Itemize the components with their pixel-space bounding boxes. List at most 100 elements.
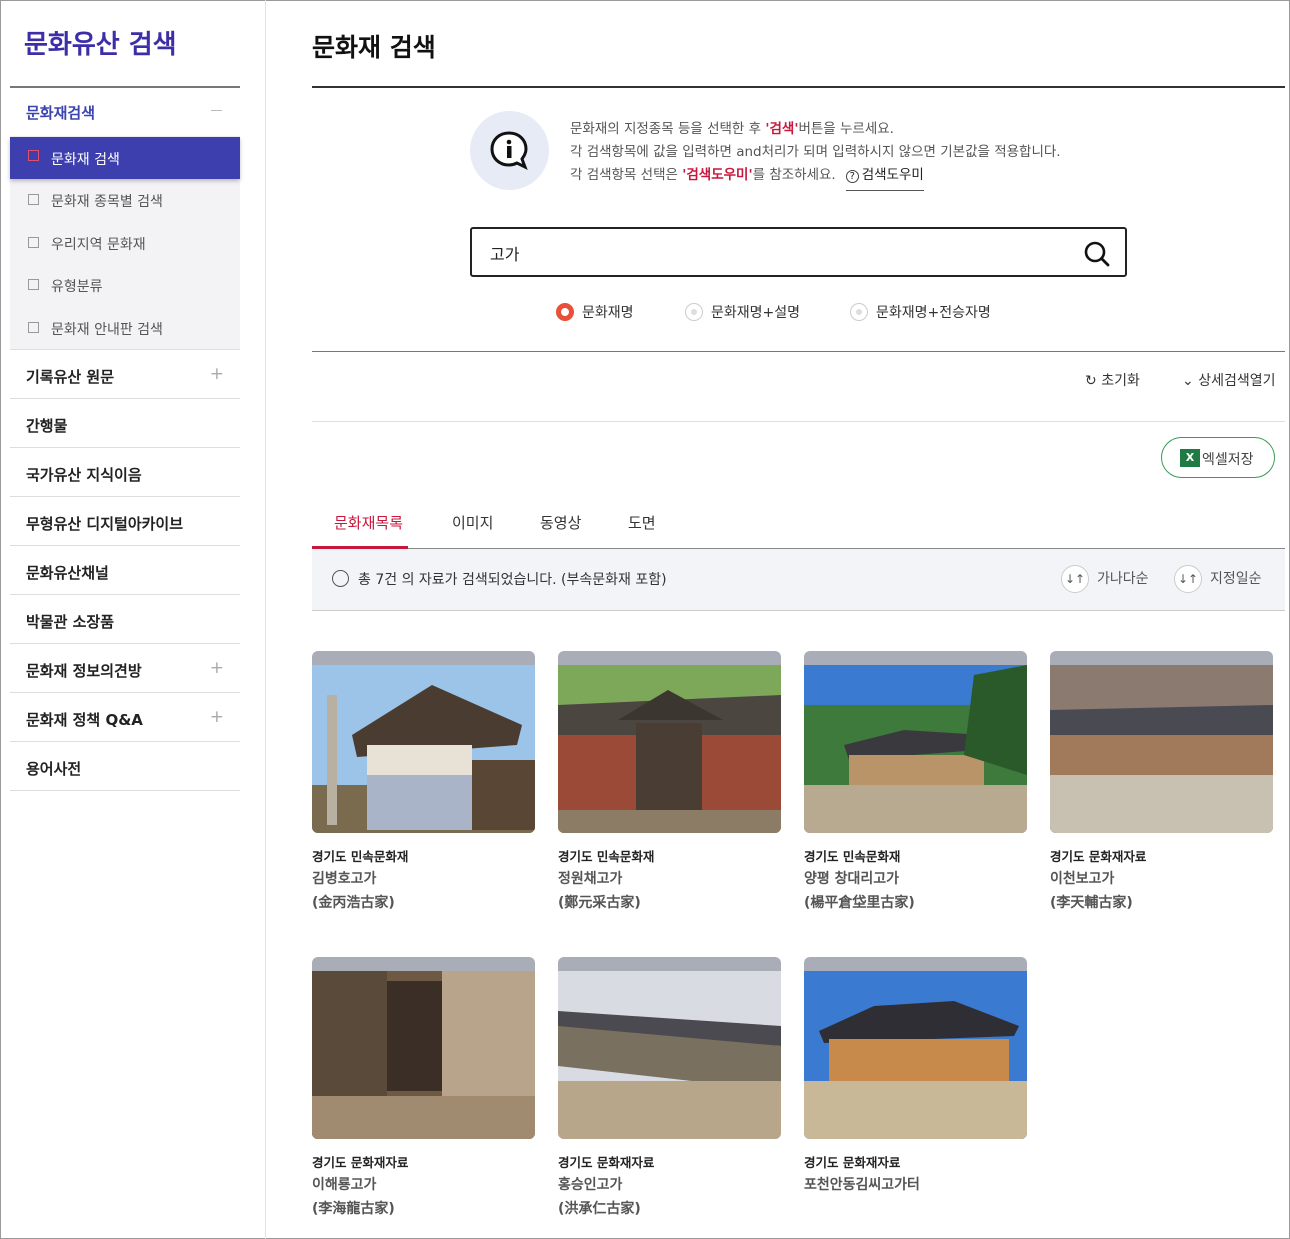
plus-icon: +	[209, 707, 224, 727]
sidebar-item-glossary[interactable]: 용어사전	[10, 742, 240, 791]
card-name[interactable]: 포천안동김씨고가터	[804, 1174, 920, 1194]
result-count-text: 총 7건 의 자료가 검색되었습니다. (부속문화재 포함)	[358, 572, 667, 588]
detail-search-toggle[interactable]: ⌄ 상세검색열기	[1182, 370, 1275, 390]
card-category: 경기도 문화재자료	[312, 1155, 409, 1170]
result-summary-bar: 총 7건 의 자료가 검색되었습니다. (부속문화재 포함) ↓↑ 가나다순 ↓…	[312, 549, 1285, 611]
card-name[interactable]: 양평 창대리고가	[804, 868, 899, 888]
sidebar-item-label: 국가유산 지식이음	[26, 466, 142, 484]
checkbox-icon	[28, 237, 39, 248]
reset-label: 초기화	[1101, 373, 1140, 389]
card-hanja: (鄭元采古家)	[558, 895, 641, 911]
checkbox-icon	[28, 150, 39, 161]
info-icon	[470, 111, 549, 190]
excel-save-label: 엑셀저장	[1202, 452, 1254, 468]
info-line3: 각 검색항목 선택은	[570, 167, 683, 183]
sidebar: 문화유산 검색 문화재검색 문화재 검색 문화재 종목별 검색 우리지역 문화재…	[0, 0, 266, 1239]
card-name[interactable]: 김병호고가	[312, 868, 376, 888]
card-hanja: (洪承仁古家)	[558, 1201, 641, 1217]
sidebar-item-label: 간행물	[26, 417, 68, 435]
radio-label: 문화재명	[582, 305, 634, 321]
tab-videos[interactable]: 동영상	[540, 512, 581, 533]
excel-save-button[interactable]: X 엑셀저장	[1161, 437, 1275, 478]
card-hanja: (李天輔古家)	[1050, 895, 1133, 911]
sidebar-item-opinion[interactable]: 문화재 정보의견방 +	[10, 644, 240, 693]
radio-dot	[685, 303, 703, 321]
info-text: 문화재의 지정종목 등을 선택한 후 '검색'버튼을 누르세요. 각 검색항목에…	[570, 118, 1061, 191]
sidebar-item-intangible-archive[interactable]: 무형유산 디지털아카이브	[10, 497, 240, 546]
radio-label: 문화재명+전승자명	[876, 305, 991, 321]
sort-icon: ↓↑	[1061, 565, 1089, 593]
heritage-photo[interactable]	[558, 651, 781, 833]
heritage-photo[interactable]	[558, 957, 781, 1139]
sidebar-item-publications[interactable]: 간행물	[10, 399, 240, 448]
sidebar-item-label: 용어사전	[26, 760, 82, 778]
sidebar-subitem-classification[interactable]: 유형분류	[10, 264, 240, 306]
tab-heritage-list[interactable]: 문화재목록	[334, 512, 403, 533]
search-icon	[1084, 241, 1110, 267]
sidebar-item-museum[interactable]: 박물관 소장품	[10, 595, 240, 644]
radio-dot	[556, 303, 574, 321]
sidebar-item-records[interactable]: 기록유산 원문 +	[10, 350, 240, 399]
sidebar-item-label: 박물관 소장품	[26, 613, 115, 631]
card-hanja: (金丙浩古家)	[312, 895, 395, 911]
sidebar-subitem-label: 우리지역 문화재	[51, 237, 146, 253]
info-line3-tail: 를 참조하세요.	[752, 167, 836, 183]
plus-icon: +	[209, 658, 224, 678]
card-name[interactable]: 홍승인고가	[558, 1174, 622, 1194]
sidebar-item-label: 문화재 정보의견방	[26, 662, 142, 680]
sidebar-group-label: 문화재검색	[26, 104, 96, 122]
info-line2: 각 검색항목에 값을 입력하면 and처리가 되며 입력하시지 않으면 기본값을…	[570, 144, 1061, 160]
sidebar-subitem-heritage-search[interactable]: 문화재 검색	[10, 137, 240, 179]
sort-icon: ↓↑	[1174, 565, 1202, 593]
sidebar-item-channel[interactable]: 문화유산채널	[10, 546, 240, 595]
sidebar-subitem-local-heritage[interactable]: 우리지역 문화재	[10, 222, 240, 264]
divider	[312, 351, 1285, 352]
card-name[interactable]: 이천보고가	[1050, 868, 1114, 888]
sidebar-subitem-label: 문화재 종목별 검색	[51, 194, 163, 210]
radio-label: 문화재명+설명	[711, 305, 801, 321]
card-category: 경기도 문화재자료	[558, 1155, 655, 1170]
card-category: 경기도 민속문화재	[558, 849, 655, 864]
card-hanja: (楊平倉垈里古家)	[804, 895, 915, 911]
search-button[interactable]	[1083, 240, 1111, 268]
tab-images[interactable]: 이미지	[452, 512, 493, 533]
tab-drawings[interactable]: 도면	[628, 512, 656, 533]
heritage-photo[interactable]	[312, 651, 535, 833]
divider	[312, 421, 1285, 422]
sidebar-item-label: 기록유산 원문	[26, 368, 115, 386]
card-name[interactable]: 이해룡고가	[312, 1174, 376, 1194]
search-result-icon	[332, 570, 349, 587]
sidebar-item-label: 문화재 정책 Q&A	[26, 711, 143, 729]
sidebar-subitem-label: 문화재 안내판 검색	[51, 322, 163, 338]
search-helper-link[interactable]: ? 검색도우미	[845, 164, 924, 191]
page-title: 문화재 검색	[312, 33, 436, 62]
sidebar-subitem-type-search[interactable]: 문화재 종목별 검색	[10, 179, 240, 221]
detail-label: 상세검색열기	[1198, 373, 1276, 389]
sidebar-title: 문화유산 검색	[24, 30, 177, 60]
collapse-icon	[211, 110, 222, 111]
checkbox-icon	[28, 279, 39, 290]
checkbox-icon	[28, 322, 39, 333]
reset-button[interactable]: ↻ 초기화	[1085, 370, 1140, 390]
sidebar-item-label: 무형유산 디지털아카이브	[26, 515, 184, 533]
plus-icon: +	[209, 364, 224, 384]
sidebar-group-heritage-search[interactable]: 문화재검색	[10, 88, 240, 136]
search-input[interactable]	[490, 241, 1070, 265]
info-highlight: '검색'	[765, 121, 799, 137]
heritage-photo[interactable]	[804, 957, 1027, 1139]
card-category: 경기도 문화재자료	[1050, 849, 1147, 864]
sidebar-item-policy-qa[interactable]: 문화재 정책 Q&A +	[10, 693, 240, 742]
card-name[interactable]: 정원채고가	[558, 868, 622, 888]
heritage-photo[interactable]	[312, 957, 535, 1139]
card-category: 경기도 민속문화재	[312, 849, 409, 864]
sidebar-subitem-label: 문화재 검색	[51, 152, 120, 168]
checkbox-icon	[28, 194, 39, 205]
heritage-photo[interactable]	[804, 651, 1027, 833]
heritage-photo[interactable]	[1050, 651, 1273, 833]
sidebar-item-knowledge[interactable]: 국가유산 지식이음	[10, 448, 240, 497]
radio-dot	[850, 303, 868, 321]
card-hanja: (李海龍古家)	[312, 1201, 395, 1217]
question-icon: ?	[845, 170, 859, 183]
sidebar-item-label: 문화유산채널	[26, 564, 109, 582]
sidebar-subitem-signboard-search[interactable]: 문화재 안내판 검색	[10, 307, 240, 349]
